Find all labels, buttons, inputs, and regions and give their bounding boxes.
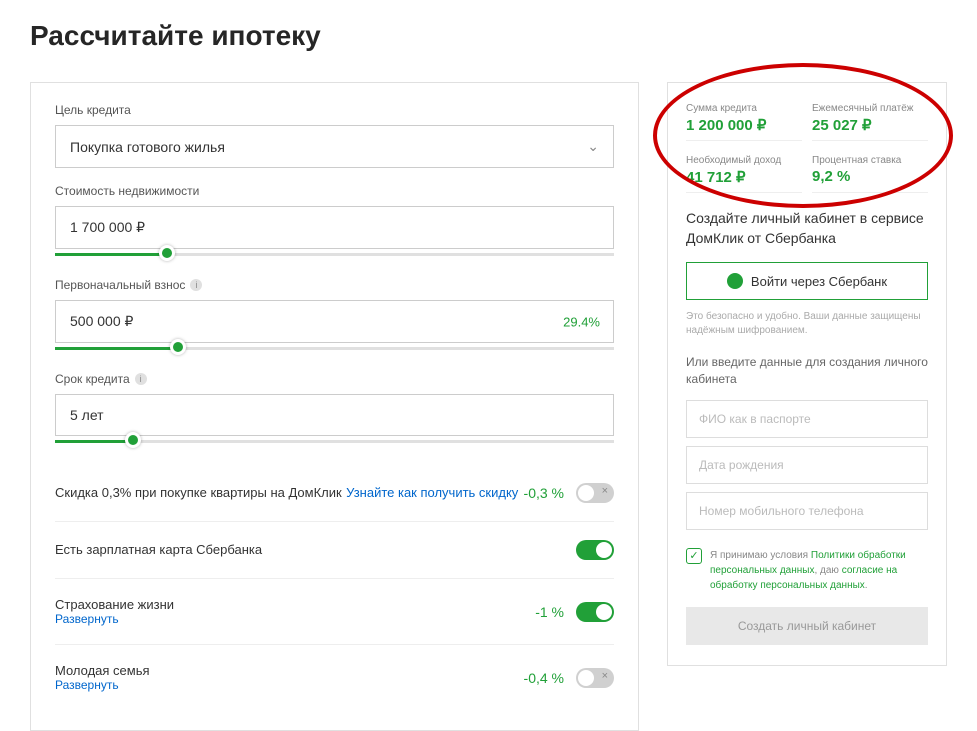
info-icon[interactable]: i (135, 373, 147, 385)
fullname-input[interactable] (686, 400, 928, 438)
chevron-down-icon: ⌄ (587, 138, 599, 155)
dob-input[interactable] (686, 446, 928, 484)
info-icon[interactable]: i (190, 279, 202, 291)
insurance-title: Страхование жизни (55, 597, 535, 612)
discount-pct: -0,3 % (524, 485, 564, 501)
insurance-toggle[interactable] (576, 602, 614, 622)
login-sberbank-label: Войти через Сбербанк (751, 274, 887, 289)
discount-toggle[interactable]: × (576, 483, 614, 503)
purpose-select[interactable]: Покупка готового жилья ⌄ (55, 125, 614, 168)
create-account-text: Создайте личный кабинет в сервисе ДомКли… (686, 209, 928, 248)
required-income-label: Необходимый доход (686, 155, 802, 166)
loan-amount-label: Сумма кредита (686, 103, 802, 114)
downpayment-slider[interactable] (55, 347, 614, 350)
interest-rate-value: 9,2 % (812, 168, 928, 185)
create-account-button[interactable]: Создать личный кабинет (686, 607, 928, 645)
price-input[interactable]: 1 700 000 ₽ (55, 206, 614, 249)
term-label: Срок кредита (55, 372, 130, 386)
login-sberbank-button[interactable]: Войти через Сбербанк (686, 262, 928, 300)
young-family-expand[interactable]: Развернуть (55, 678, 524, 692)
term-input[interactable]: 5 лет (55, 394, 614, 436)
salary-card-toggle[interactable] (576, 540, 614, 560)
sberbank-logo-icon (727, 273, 743, 289)
security-note: Это безопасно и удобно. Ваши данные защи… (686, 310, 928, 338)
young-family-title: Молодая семья (55, 663, 524, 678)
summary-card: Сумма кредита 1 200 000 ₽ Ежемесячный пл… (667, 82, 947, 666)
loan-amount-value: 1 200 000 ₽ (686, 116, 802, 134)
monthly-payment-label: Ежемесячный платёж (812, 103, 928, 114)
discount-link[interactable]: Узнайте как получить скидку (346, 485, 518, 500)
downpayment-input[interactable]: 500 000 ₽ (55, 300, 614, 343)
price-slider[interactable] (55, 253, 614, 256)
required-income-value: 41 712 ₽ (686, 168, 802, 186)
insurance-pct: -1 % (535, 604, 564, 620)
discount-title: Скидка 0,3% при покупке квартиры на ДомК… (55, 485, 342, 500)
monthly-payment-value: 25 027 ₽ (812, 116, 928, 134)
interest-rate-label: Процентная ставка (812, 155, 928, 166)
consent-checkbox[interactable]: ✓ (686, 548, 702, 564)
downpayment-label: Первоначальный взнос (55, 278, 185, 292)
purpose-label: Цель кредита (55, 103, 614, 117)
price-label: Стоимость недвижимости (55, 184, 614, 198)
purpose-value: Покупка готового жилья (70, 139, 225, 155)
or-enter-data-text: Или введите данные для создания личного … (686, 354, 928, 388)
consent-text: Я принимаю условия Политики обработки пе… (710, 548, 928, 593)
young-family-pct: -0,4 % (524, 670, 564, 686)
calculator-form: Цель кредита Покупка готового жилья ⌄ Ст… (30, 82, 639, 731)
term-slider[interactable] (55, 440, 614, 443)
downpayment-pct: 29.4% (563, 314, 600, 329)
salary-card-title: Есть зарплатная карта Сбербанка (55, 542, 262, 557)
phone-input[interactable] (686, 492, 928, 530)
insurance-expand[interactable]: Развернуть (55, 612, 535, 626)
young-family-toggle[interactable]: × (576, 668, 614, 688)
page-title: Рассчитайте ипотеку (30, 20, 947, 52)
